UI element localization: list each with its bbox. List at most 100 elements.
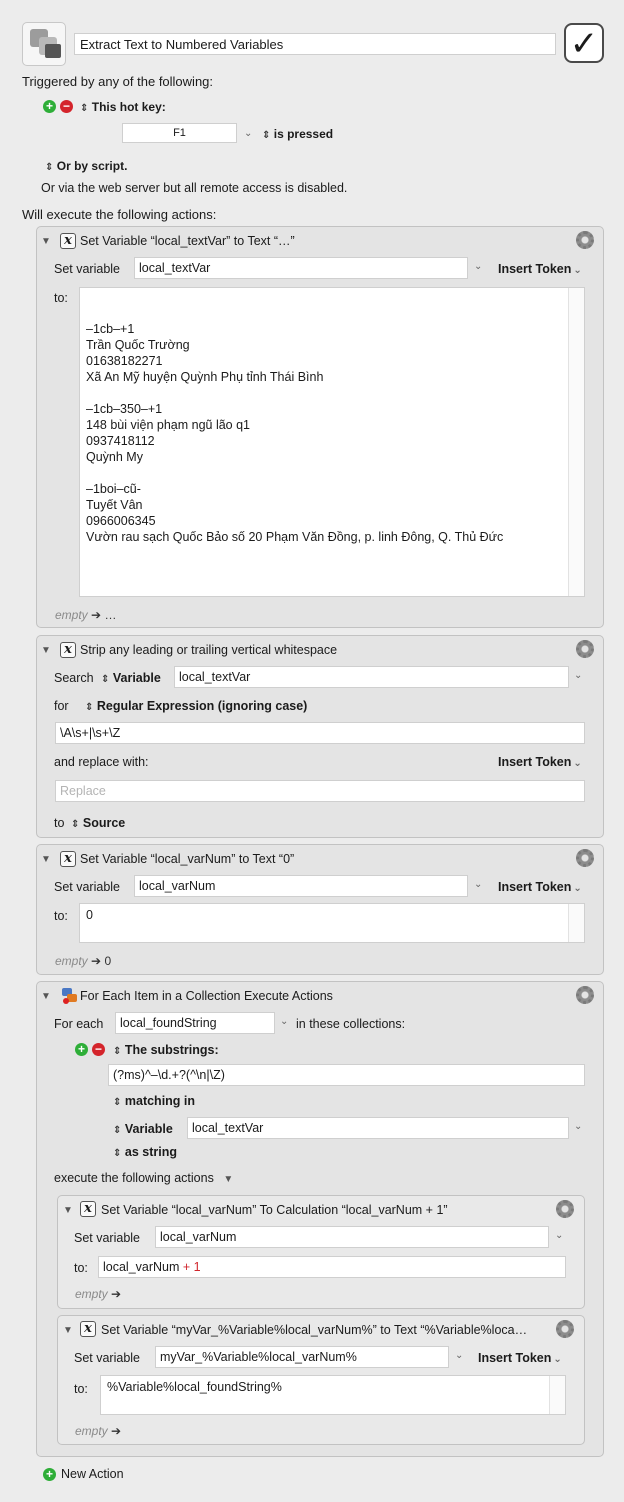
add-collection-icon[interactable]: +	[75, 1043, 88, 1056]
add-trigger-icon[interactable]: +	[43, 100, 56, 113]
action-title[interactable]: Set Variable “local_varNum” To Calculati…	[101, 1203, 448, 1217]
action-title[interactable]: Strip any leading or trailing vertical w…	[80, 643, 337, 657]
action-title[interactable]: Set Variable “myVar_%Variable%local_varN…	[101, 1323, 549, 1337]
set-variable-label: Set variable	[74, 1351, 141, 1365]
gear-icon[interactable]	[556, 1320, 574, 1338]
action-title[interactable]: Set Variable “local_textVar” to Text “…”	[80, 234, 295, 248]
chevron-down-icon[interactable]: ⌄	[280, 1016, 288, 1027]
variable-name-field[interactable]: local_textVar	[134, 257, 468, 279]
insert-token-menu[interactable]: Insert Token ⌄	[478, 1351, 562, 1365]
chevron-down-icon: ⌄	[573, 265, 582, 276]
variable-name-field[interactable]: myVar_%Variable%local_varNum%	[155, 1346, 449, 1368]
hotkey-trigger-selector[interactable]: ⇕ This hot key:	[80, 100, 166, 114]
gear-icon[interactable]	[576, 849, 594, 867]
text-line: Trần Quốc Trường	[86, 338, 190, 352]
text-line: 0	[86, 908, 93, 922]
macro-title-input[interactable]: Extract Text to Numbered Variables	[74, 33, 556, 55]
updown-icon: ⇕	[262, 130, 271, 141]
search-type-selector[interactable]: ⇕ Variable	[101, 671, 161, 685]
scrollbar[interactable]	[568, 288, 584, 596]
to-label: to:	[74, 1261, 88, 1275]
chevron-down-icon[interactable]: ⌄	[555, 1230, 563, 1241]
updown-icon: ⇕	[101, 674, 110, 685]
source-variable-field[interactable]: local_textVar	[187, 1117, 569, 1139]
chevron-down-icon[interactable]: ⌄	[574, 670, 582, 681]
match-type-selector[interactable]: ⇕ Regular Expression (ignoring case)	[85, 699, 307, 713]
chevron-down-icon[interactable]: ⌄	[474, 879, 482, 890]
remove-trigger-icon[interactable]: −	[60, 100, 73, 113]
calculation-field[interactable]: local_varNum + 1	[98, 1256, 566, 1278]
action-search-replace[interactable]: ▼ x Strip any leading or trailing vertic…	[36, 635, 604, 838]
as-string-selector[interactable]: ⇕ as string	[113, 1145, 177, 1159]
text-line: Tuyết Vân	[86, 498, 143, 512]
execute-label[interactable]: execute the following actions ▼	[54, 1171, 233, 1185]
text-line: %Variable%local_foundString%	[107, 1380, 282, 1394]
text-line: –1cb–+1	[86, 322, 135, 336]
action-title[interactable]: For Each Item in a Collection Execute Ac…	[80, 989, 333, 1003]
insert-token-menu[interactable]: Insert Token ⌄	[498, 880, 582, 894]
chevron-down-icon[interactable]: ⌄	[244, 128, 252, 139]
chevron-down-icon[interactable]: ⌄	[574, 1121, 582, 1132]
gear-icon[interactable]	[556, 1200, 574, 1218]
action-result-preview: empty ➔	[75, 1287, 122, 1301]
action-for-each[interactable]: ▼ For Each Item in a Collection Execute …	[36, 981, 604, 1457]
gear-icon[interactable]	[576, 231, 594, 249]
new-action-icon[interactable]: +	[43, 1468, 56, 1481]
collection-type-selector[interactable]: ⇕ The substrings:	[113, 1043, 219, 1057]
source-type-selector[interactable]: ⇕ Variable	[113, 1122, 173, 1136]
disclosure-triangle-icon[interactable]: ▼	[41, 991, 51, 1002]
regex-field[interactable]: \A\s+|\s+\Z	[55, 722, 585, 744]
scrollbar[interactable]	[549, 1376, 565, 1414]
chevron-down-icon: ⌄	[573, 883, 582, 894]
substrings-regex-field[interactable]: (?ms)^–\d.+?(^\n|\Z)	[108, 1064, 585, 1086]
loop-variable-field[interactable]: local_foundString	[115, 1012, 275, 1034]
updown-icon: ⇕	[113, 1046, 122, 1057]
chevron-down-icon[interactable]: ⌄	[455, 1350, 463, 1361]
matching-in-selector[interactable]: ⇕ matching in	[113, 1094, 195, 1108]
disclosure-triangle-icon[interactable]: ▼	[63, 1325, 73, 1336]
disclosure-triangle-icon[interactable]: ▼	[63, 1205, 73, 1216]
to-label: to	[54, 816, 65, 830]
macro-enabled-checkbox[interactable]: ✓	[564, 23, 604, 63]
action-set-numbered-variable[interactable]: ▼ x Set Variable “myVar_%Variable%local_…	[57, 1315, 585, 1445]
hotkey-state-selector[interactable]: ⇕ is pressed	[262, 127, 333, 141]
insert-token-menu[interactable]: Insert Token ⌄	[498, 262, 582, 276]
action-title[interactable]: Set Variable “local_varNum” to Text “0”	[80, 852, 294, 866]
replace-field[interactable]: Replace	[55, 780, 585, 802]
to-label: to:	[74, 1382, 88, 1396]
disclosure-triangle-icon[interactable]: ▼	[41, 854, 51, 865]
for-label: for	[54, 699, 69, 713]
updown-icon: ⇕	[113, 1148, 122, 1159]
chevron-down-icon: ⌄	[553, 1354, 562, 1365]
action-result-preview: empty ➔	[75, 1424, 122, 1438]
macro-icon[interactable]	[22, 22, 66, 66]
text-value-area[interactable]: %Variable%local_foundString%	[100, 1375, 566, 1415]
scrollbar[interactable]	[568, 904, 584, 942]
search-variable-field[interactable]: local_textVar	[174, 666, 569, 688]
variable-name-field[interactable]: local_varNum	[155, 1226, 549, 1248]
script-trigger-selector[interactable]: ⇕ Or by script.	[45, 159, 127, 173]
remove-collection-icon[interactable]: −	[92, 1043, 105, 1056]
text-value-area[interactable]: 0	[79, 903, 585, 943]
disclosure-triangle-icon[interactable]: ▼	[41, 645, 51, 656]
text-value-area[interactable]: –1cb–+1 Trần Quốc Trường 01638182271 Xã …	[79, 287, 585, 597]
new-action-button[interactable]: New Action	[61, 1467, 124, 1481]
to-label: to:	[54, 909, 68, 923]
action-calculation[interactable]: ▼ x Set Variable “local_varNum” To Calcu…	[57, 1195, 585, 1309]
hotkey-field[interactable]: F1	[122, 123, 237, 143]
web-server-text: Or via the web server but all remote acc…	[41, 181, 348, 195]
set-variable-label: Set variable	[74, 1231, 141, 1245]
gear-icon[interactable]	[576, 986, 594, 1004]
variable-name-field[interactable]: local_varNum	[134, 875, 468, 897]
actions-heading: Will execute the following actions:	[22, 207, 217, 222]
gear-icon[interactable]	[576, 640, 594, 658]
destination-selector[interactable]: ⇕ Source	[71, 816, 125, 830]
chevron-down-icon[interactable]: ⌄	[474, 261, 482, 272]
chevron-down-icon: ⌄	[573, 758, 582, 769]
disclosure-triangle-icon[interactable]: ▼	[41, 236, 51, 247]
action-set-variable-text[interactable]: ▼ x Set Variable “local_textVar” to Text…	[36, 226, 604, 628]
updown-icon: ⇕	[113, 1097, 122, 1108]
action-set-variable-zero[interactable]: ▼ x Set Variable “local_varNum” to Text …	[36, 844, 604, 975]
search-label: Search	[54, 671, 94, 685]
insert-token-menu[interactable]: Insert Token ⌄	[498, 755, 582, 769]
